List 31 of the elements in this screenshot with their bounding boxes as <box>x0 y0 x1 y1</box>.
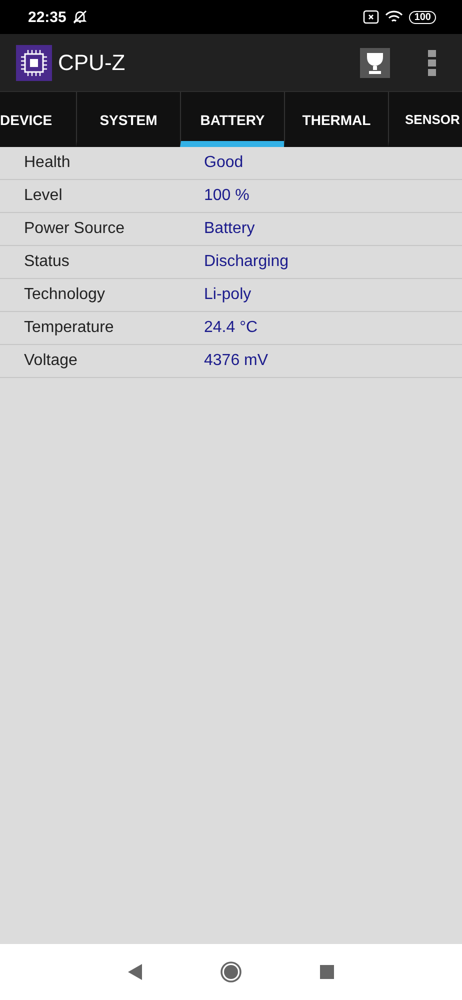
property-value: 4376 mV <box>204 352 268 370</box>
back-icon[interactable] <box>128 964 142 980</box>
property-label: Voltage <box>23 352 78 370</box>
property-label: Status <box>23 253 70 271</box>
tab[interactable]: SYSTEM <box>76 92 180 147</box>
property-label: Temperature <box>23 319 115 337</box>
tab[interactable]: THERMAL <box>284 92 388 147</box>
wifi-icon <box>385 10 404 24</box>
property-value: Battery <box>204 220 255 238</box>
app-title: CPU-Z <box>58 50 126 76</box>
tab[interactable]: BATTERY <box>180 92 284 147</box>
property-label: Level <box>23 187 64 205</box>
chip-icon <box>16 44 52 80</box>
property-value: 100 % <box>204 187 250 205</box>
trophy-button[interactable] <box>360 48 390 78</box>
trophy-icon <box>364 50 386 74</box>
property-label: Power Source <box>23 220 126 238</box>
property-label: Technology <box>23 286 106 304</box>
property-value: Li-poly <box>204 286 252 304</box>
property-value: 24.4 °C <box>204 319 258 337</box>
sim-icon <box>363 10 380 24</box>
more-menu-icon[interactable] <box>428 50 436 76</box>
property-value: Discharging <box>204 253 288 271</box>
property-label: Health <box>23 154 72 172</box>
battery-indicator: 100 <box>409 10 436 24</box>
status-time: 22:35 <box>28 8 66 26</box>
home-icon[interactable] <box>220 961 242 983</box>
tab[interactable]: DEVICE <box>0 92 76 147</box>
muted-bell-icon <box>72 9 88 25</box>
property-value: Good <box>204 154 244 172</box>
tab[interactable]: SENSOR <box>388 92 462 147</box>
